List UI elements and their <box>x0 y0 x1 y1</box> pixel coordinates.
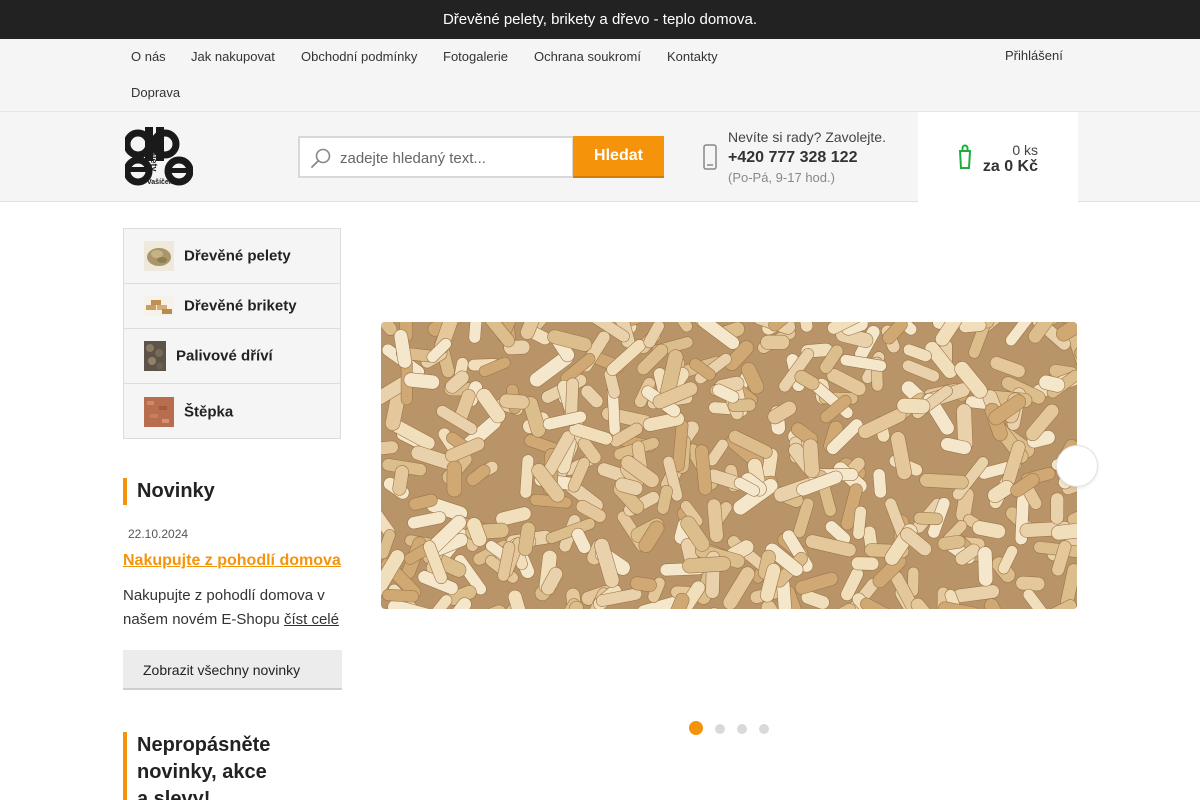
news-heading: Novinky <box>123 478 215 505</box>
pellet-texture <box>499 393 530 410</box>
cart-icon <box>958 144 972 169</box>
pellet-texture <box>872 468 887 499</box>
pellet-texture <box>1015 575 1046 592</box>
news-date: 22.10.2024 <box>123 527 188 541</box>
newsletter-heading: Nepropásněte novinky, akce a slevy! <box>123 732 283 800</box>
nav-link-ochrana-soukromi[interactable]: Ochrana soukromí <box>534 49 641 64</box>
pellet-texture <box>1050 492 1065 525</box>
slider-dot-1[interactable] <box>689 721 703 735</box>
pellets-thumbnail <box>144 241 174 271</box>
help-question: Nevíte si rady? Zavolejte. <box>728 129 886 145</box>
logo-word: Pelety <box>149 145 159 172</box>
logo-owner: Vašíček <box>147 179 173 186</box>
nav-link-o-nas[interactable]: O nás <box>131 49 166 64</box>
category-label: Dřevěné brikety <box>184 297 297 315</box>
briquettes-thumbnail <box>144 296 174 316</box>
category-label: Dřevěné pelety <box>184 247 291 265</box>
pellet-texture <box>850 556 880 571</box>
pellet-texture <box>977 546 994 587</box>
phone-icon <box>703 144 717 170</box>
hero-slide-image[interactable] <box>381 322 1077 609</box>
pellet-texture <box>382 588 419 603</box>
help-hours: (Po-Pá, 9-17 hod.) <box>728 170 835 185</box>
top-navigation: O nás Jak nakupovat Obchodní podmínky Fo… <box>0 39 1200 112</box>
category-drevene-brikety[interactable]: Dřevěné brikety <box>124 284 340 329</box>
pellet-texture <box>913 511 943 526</box>
news-item-title[interactable]: Nakupujte z pohodlí domova <box>123 552 341 570</box>
all-news-button[interactable]: Zobrazit všechny novinky <box>123 650 342 690</box>
announcement-bar: Dřevěné pelety, brikety a dřevo - teplo … <box>0 0 1200 39</box>
firewood-thumbnail <box>144 341 166 371</box>
category-menu: Dřevěné pelety Dřevěné brikety Palivové … <box>123 228 341 439</box>
site-logo[interactable]: Pelety Vašíček <box>123 127 194 189</box>
slider-next-button[interactable] <box>1056 445 1098 487</box>
category-label: Štěpka <box>184 403 234 420</box>
pellet-texture <box>802 438 820 479</box>
woodchips-thumbnail <box>144 396 174 427</box>
search-button[interactable]: Hledat <box>573 136 664 178</box>
category-stepka[interactable]: Štěpka <box>124 384 340 439</box>
slider-dot-4[interactable] <box>759 724 769 734</box>
cart-count: 0 ks <box>1012 142 1038 158</box>
announcement-text: Dřevěné pelety, brikety a dřevo - teplo … <box>442 11 758 28</box>
pellet-texture <box>896 397 931 415</box>
nav-link-obchodni-podminky[interactable]: Obchodní podmínky <box>301 49 417 64</box>
read-more-link[interactable]: číst celé <box>284 611 339 628</box>
nav-link-jak-nakupovat[interactable]: Jak nakupovat <box>191 49 275 64</box>
news-item-text: Nakupujte z pohodlí domova v našem novém… <box>123 584 348 632</box>
news-date-value: 22.10.2024 <box>128 527 189 541</box>
nav-link-kontakty[interactable]: Kontakty <box>667 49 718 64</box>
login-label: Přihlášení <box>1005 48 1063 63</box>
slider-dot-3[interactable] <box>737 724 747 734</box>
all-news-label: Zobrazit všechny novinky <box>143 662 301 678</box>
pellet-texture <box>446 460 463 498</box>
pellet-texture <box>682 556 731 574</box>
cart-widget[interactable]: 0 ks za 0 Kč <box>918 112 1078 202</box>
pellets-photo <box>381 322 1077 609</box>
search-icon <box>311 148 331 168</box>
site-header: Pelety Vašíček Hledat Nevíte si rady? Za… <box>0 112 1200 202</box>
cart-total: za 0 Kč <box>982 158 1038 175</box>
pellet-texture <box>760 334 790 350</box>
help-phone-number[interactable]: +420 777 328 122 <box>728 149 857 167</box>
search-input[interactable] <box>340 148 565 168</box>
category-palivove-drivi[interactable]: Palivové dříví <box>124 329 340 384</box>
pellet-texture <box>919 473 969 490</box>
login-link[interactable]: Přihlášení <box>999 48 1063 63</box>
search-box <box>298 136 574 178</box>
nav-link-fotogalerie[interactable]: Fotogalerie <box>443 49 508 64</box>
slider-dot-2[interactable] <box>715 724 725 734</box>
category-drevene-pelety[interactable]: Dřevěné pelety <box>124 229 340 284</box>
category-label: Palivové dříví <box>176 347 273 365</box>
nav-link-doprava[interactable]: Doprava <box>131 85 180 100</box>
